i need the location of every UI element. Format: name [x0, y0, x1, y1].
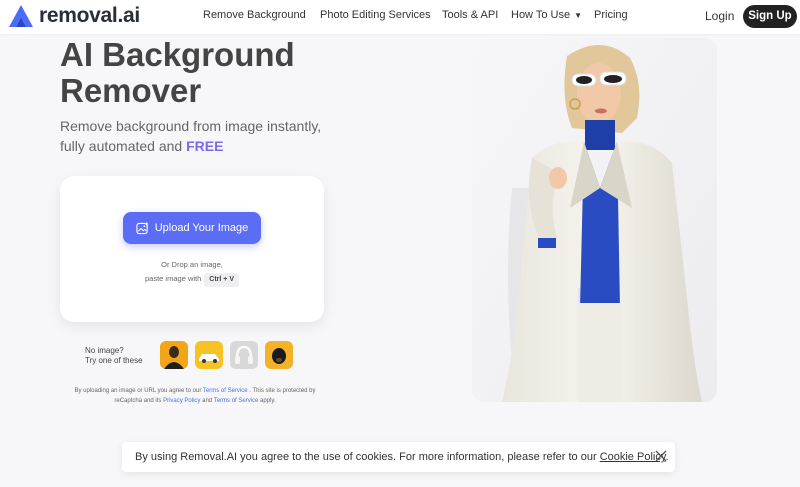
nav-remove-background[interactable]: Remove Background	[203, 9, 306, 21]
terms-notice: By uploading an image or URL you agree t…	[70, 386, 320, 406]
model-illustration	[472, 38, 717, 402]
nav-photo-editing-services[interactable]: Photo Editing Services	[320, 9, 431, 21]
drop-hint: Or Drop an image, paste image with Ctrl +…	[60, 258, 324, 287]
sample-car-thumbnail	[195, 341, 223, 369]
login-link[interactable]: Login	[705, 9, 734, 23]
subtitle-line-2: fully automated and FREE	[60, 136, 360, 156]
nav-how-to-use-label: How To Use	[511, 9, 571, 21]
chevron-down-icon: ▼	[574, 11, 583, 20]
removal-logo-icon	[9, 5, 33, 27]
cookie-banner: By using Removal.AI you agree to the use…	[122, 442, 675, 472]
paste-hint: paste image with	[145, 274, 202, 283]
sample-image-person[interactable]	[160, 341, 188, 369]
cookie-text: By using Removal.AI you agree to the use…	[135, 451, 600, 463]
sample-label-line-1: No image?	[85, 346, 124, 355]
drop-hint-line-1: Or Drop an image,	[161, 260, 223, 269]
sample-images-label: No image? Try one of these	[85, 346, 143, 366]
sample-image-dog[interactable]	[265, 341, 293, 369]
sample-image-headphones[interactable]	[230, 341, 258, 369]
nav-tools-api[interactable]: Tools & API	[442, 9, 498, 21]
privacy-policy-link[interactable]: Privacy Policy	[163, 398, 200, 404]
sample-image-car[interactable]	[195, 341, 223, 369]
nav-pricing[interactable]: Pricing	[594, 9, 628, 21]
terms-text-1: By uploading an image or URL you agree t…	[74, 388, 203, 394]
upload-button-label: Upload Your Image	[154, 222, 249, 234]
top-navbar: removal.ai Remove Background Photo Editi…	[0, 0, 800, 34]
subtitle-line-1: Remove background from image instantly,	[60, 118, 322, 134]
hero-subtitle: Remove background from image instantly, …	[60, 116, 360, 156]
terms-text-3: and	[200, 398, 214, 404]
sample-dog-thumbnail	[265, 341, 293, 369]
title-line-1: AI Background	[60, 36, 295, 73]
nav-how-to-use[interactable]: How To Use ▼	[511, 9, 582, 21]
terms-of-service-link[interactable]: Terms of Service	[203, 388, 248, 394]
sample-headphones-thumbnail	[230, 341, 258, 369]
cookie-message: By using Removal.AI you agree to the use…	[135, 451, 669, 463]
paste-shortcut-badge: Ctrl + V	[204, 273, 239, 287]
terms-text-4: apply.	[258, 398, 276, 404]
subtitle-prefix: fully automated and	[60, 138, 187, 154]
sample-person-thumbnail	[160, 341, 188, 369]
upload-dropzone[interactable]: Upload Your Image Or Drop an image, past…	[60, 176, 324, 322]
logo[interactable]: removal.ai	[8, 4, 140, 28]
sample-label-line-2: Try one of these	[85, 356, 143, 365]
upload-image-button[interactable]: Upload Your Image	[123, 212, 261, 244]
signup-button[interactable]: Sign Up	[743, 5, 797, 28]
hero-model-image	[472, 38, 717, 402]
drop-hint-line-2: paste image with Ctrl + V	[60, 272, 324, 287]
image-upload-icon	[136, 221, 148, 234]
title-line-2: Remover	[60, 72, 202, 109]
close-icon[interactable]	[655, 450, 667, 462]
free-highlight: FREE	[186, 138, 224, 154]
logo-text: removal.ai	[39, 4, 140, 27]
terms-of-service-link-2[interactable]: Terms of Service	[214, 398, 259, 404]
page-title: AI Background Remover	[60, 37, 380, 109]
